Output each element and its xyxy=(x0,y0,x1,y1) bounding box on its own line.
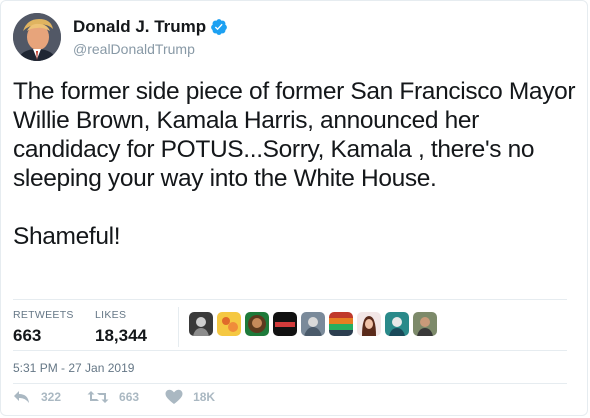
tweet-card: Donald J. Trump @realDonaldTrump The for… xyxy=(0,0,588,416)
liker-avatar[interactable] xyxy=(301,312,325,336)
tweet-paragraph: Shameful! xyxy=(13,223,121,250)
heart-icon xyxy=(165,389,183,404)
likers-avatars xyxy=(189,312,437,336)
verified-badge-icon xyxy=(211,19,228,35)
liker-avatar[interactable] xyxy=(245,312,269,336)
reply-button[interactable]: 322 xyxy=(13,390,61,404)
reply-count: 322 xyxy=(41,390,62,404)
retweets-stat[interactable]: RETWEETS 663 xyxy=(13,309,74,346)
tweet-paragraph: The former side piece of former San Fran… xyxy=(13,78,576,192)
liker-avatar[interactable] xyxy=(273,312,297,336)
retweets-count: 663 xyxy=(13,326,42,345)
likes-label: LIKES xyxy=(95,309,127,321)
like-count: 18K xyxy=(193,390,216,404)
tweet-actions: 322 663 18K xyxy=(13,389,241,405)
display-name[interactable]: Donald J. Trump xyxy=(73,17,206,37)
retweet-button[interactable]: 663 xyxy=(87,390,139,404)
like-button[interactable]: 18K xyxy=(165,389,215,405)
liker-avatar[interactable] xyxy=(357,312,381,336)
likes-stat[interactable]: LIKES 18,344 xyxy=(95,309,147,346)
likes-count: 18,344 xyxy=(95,326,147,345)
tweet-text: The former side piece of former San Fran… xyxy=(13,77,579,251)
liker-avatar[interactable] xyxy=(413,312,437,336)
reply-icon xyxy=(14,391,29,403)
retweet-count: 663 xyxy=(119,390,140,404)
liker-avatar[interactable] xyxy=(329,312,353,336)
liker-avatar[interactable] xyxy=(189,312,213,336)
divider xyxy=(13,383,567,384)
liker-avatar[interactable] xyxy=(217,312,241,336)
retweets-label: RETWEETS xyxy=(13,309,74,321)
avatar-image xyxy=(13,13,61,61)
retweet-icon xyxy=(87,391,109,403)
liker-avatar[interactable] xyxy=(385,312,409,336)
divider xyxy=(13,350,567,351)
profile-avatar[interactable] xyxy=(13,13,61,61)
tweet-timestamp[interactable]: 5:31 PM - 27 Jan 2019 xyxy=(13,361,134,375)
divider xyxy=(13,299,567,300)
divider xyxy=(178,307,179,347)
user-handle[interactable]: @realDonaldTrump xyxy=(73,41,195,57)
